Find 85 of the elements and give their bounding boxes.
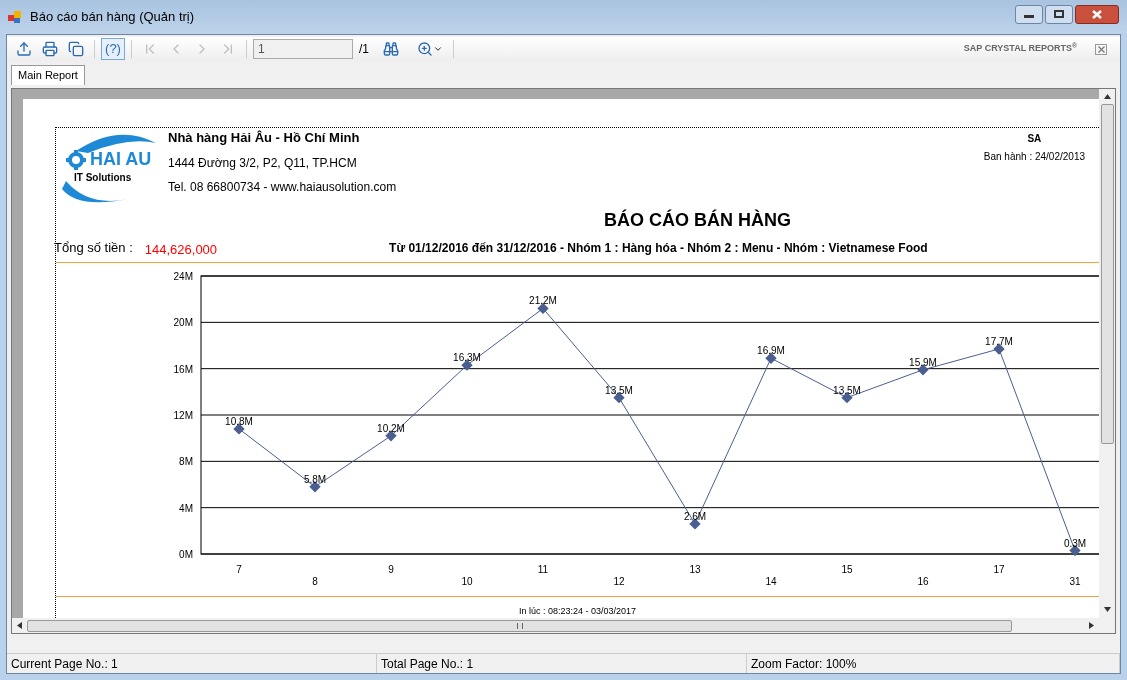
data-label: 5.8M bbox=[303, 473, 327, 485]
page-total: /1 bbox=[359, 41, 369, 58]
report-code: SA bbox=[1027, 132, 1042, 146]
total-label: Tổng số tiền : bbox=[54, 239, 133, 258]
data-label: 16.9M bbox=[757, 345, 785, 357]
data-label: 16.3M bbox=[453, 352, 481, 364]
scroll-thumb[interactable] bbox=[1100, 104, 1114, 444]
close-icon bbox=[1092, 9, 1102, 19]
logo-name: HAI AU bbox=[90, 150, 152, 168]
y-tick-label: 8M bbox=[179, 456, 193, 468]
data-point-marker bbox=[993, 343, 1005, 355]
logo-tagline: IT Solutions bbox=[74, 173, 132, 183]
scroll-down-icon bbox=[1103, 607, 1111, 612]
y-tick-label: 24M bbox=[173, 271, 193, 282]
data-point-marker bbox=[537, 302, 549, 315]
data-label: 0.3M bbox=[1063, 537, 1087, 549]
status-text: Zoom Factor: 100% bbox=[747, 654, 1120, 673]
x-tick-label: 7 bbox=[236, 564, 242, 575]
report-subtitle: Từ 01/12/2016 đến 31/12/2016 - Nhóm 1 : Hàng hóa - Nhóm 2 : Menu - Nhóm : Vietnamese Food bbox=[389, 240, 928, 257]
vertical-scrollbar[interactable] bbox=[1099, 89, 1115, 633]
data-label: 10.8M bbox=[225, 415, 253, 427]
data-point-marker bbox=[233, 423, 245, 435]
status-text: Total Page No.: 1 bbox=[377, 654, 747, 673]
find-button[interactable] bbox=[383, 41, 399, 57]
data-point-marker bbox=[461, 359, 473, 371]
company-contact: Tel. 08 66800734 - www.haiausolution.com bbox=[168, 178, 397, 196]
x-tick-label: 9 bbox=[388, 564, 394, 575]
report-title: BÁO CÁO BÁN HÀNG bbox=[604, 208, 791, 232]
scroll-left-icon bbox=[17, 622, 22, 629]
x-tick-label: 8 bbox=[312, 576, 318, 587]
y-tick-label: 20M bbox=[173, 317, 193, 329]
maximize-button[interactable] bbox=[1045, 4, 1073, 24]
x-tick-label: 12 bbox=[613, 576, 625, 587]
x-tick-label: 15 bbox=[841, 564, 853, 575]
data-point-marker bbox=[309, 481, 321, 493]
data-point-marker bbox=[385, 430, 397, 442]
data-point-marker bbox=[765, 352, 777, 364]
status-text: Current Page No.: 1 bbox=[7, 654, 377, 673]
data-label: 15.9M bbox=[909, 356, 937, 368]
data-label: 21.2M bbox=[529, 295, 557, 307]
zoom-in-icon bbox=[417, 41, 433, 57]
x-tick-label: 10 bbox=[461, 576, 473, 587]
copy-icon bbox=[68, 41, 84, 57]
horizontal-scrollbar[interactable] bbox=[12, 618, 1099, 633]
help-button[interactable]: (?) bbox=[101, 38, 125, 60]
gear-icon bbox=[66, 150, 86, 170]
page-number-field[interactable]: 1 bbox=[253, 39, 353, 59]
x-tick-label: 13 bbox=[689, 564, 701, 575]
close-icon bbox=[1097, 45, 1105, 53]
total-amount: 144,626,000 bbox=[144, 241, 218, 260]
data-label: 13.5M bbox=[833, 384, 861, 396]
data-label: 2.6M bbox=[683, 510, 707, 522]
app-icon bbox=[8, 10, 22, 24]
close-button[interactable] bbox=[1075, 4, 1119, 24]
company-name: Nhà hàng Hải Âu - Hồ Chí Minh bbox=[168, 129, 361, 147]
y-tick-label: 4M bbox=[179, 502, 193, 514]
close-tab-button[interactable] bbox=[1095, 43, 1107, 55]
report-tab[interactable]: Main Report bbox=[11, 65, 85, 85]
scroll-thumb[interactable] bbox=[27, 619, 1012, 632]
scroll-right-icon bbox=[1089, 622, 1094, 629]
data-point-marker bbox=[689, 518, 701, 530]
caret-icon bbox=[433, 44, 443, 54]
x-tick-label: 17 bbox=[993, 564, 1005, 575]
data-label: 13.5M bbox=[605, 384, 633, 396]
data-label: 10.2M bbox=[377, 422, 405, 434]
company-address: 1444 Đường 3/2, P2, Q11, TP.HCM bbox=[168, 154, 358, 172]
data-label: 17.7M bbox=[985, 336, 1013, 347]
x-tick-label: 31 bbox=[1069, 576, 1081, 587]
data-point-marker bbox=[917, 364, 929, 376]
scroll-up-icon bbox=[1103, 94, 1111, 99]
y-tick-label: 16M bbox=[173, 363, 193, 375]
printed-time: In lúc : 08:23:24 - 03/03/2017 bbox=[518, 605, 637, 618]
x-tick-label: 11 bbox=[537, 564, 549, 575]
y-tick-label: 12M bbox=[173, 410, 193, 421]
brand-label: SAP CRYSTAL REPORTS$^{®}$ bbox=[963, 42, 1077, 56]
x-tick-label: 14 bbox=[765, 576, 777, 587]
window-title: Báo cáo bán hàng (Quản trị) bbox=[30, 8, 195, 27]
printer-icon bbox=[42, 41, 58, 57]
y-tick-label: 0M bbox=[179, 549, 193, 560]
binoculars-icon bbox=[383, 41, 399, 57]
issue-date: Ban hành : 24/02/2013 bbox=[983, 150, 1085, 164]
x-tick-label: 16 bbox=[917, 576, 929, 587]
minimize-button[interactable] bbox=[1015, 4, 1043, 24]
zoom-button[interactable] bbox=[417, 41, 443, 57]
export-icon bbox=[16, 41, 32, 57]
